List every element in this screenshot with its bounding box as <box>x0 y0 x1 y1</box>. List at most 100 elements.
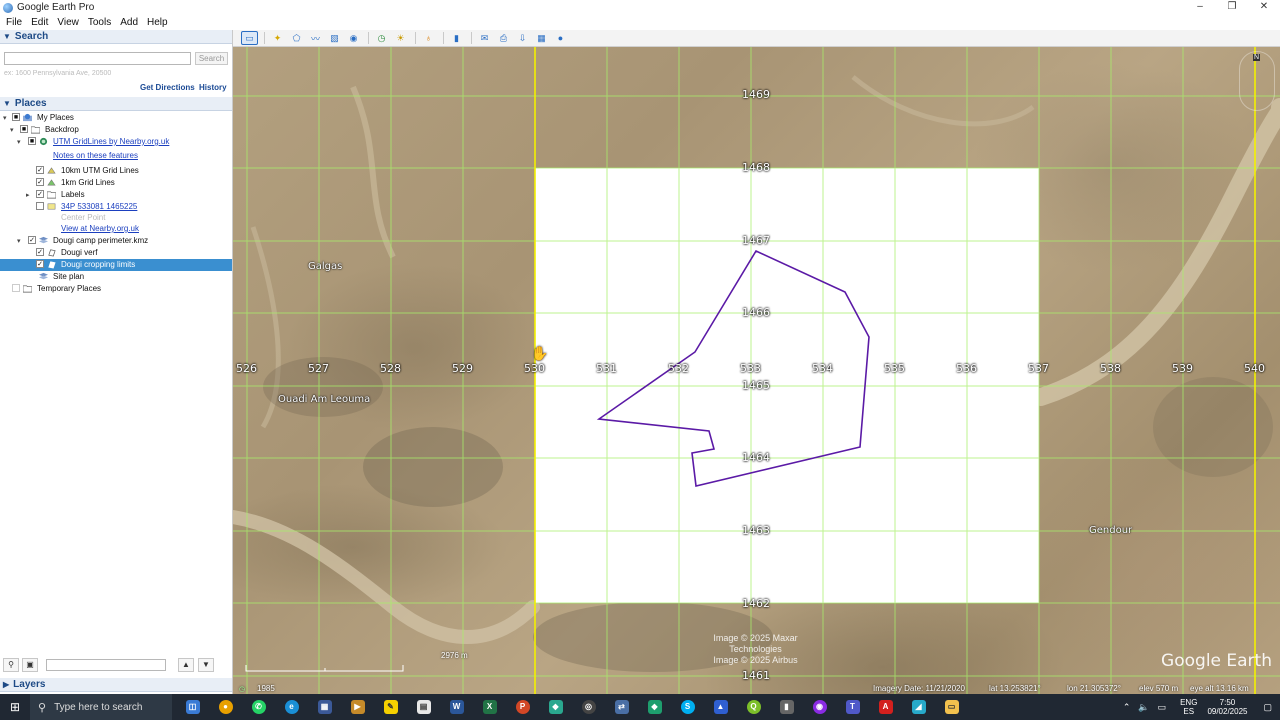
historical-imagery-clock-icon[interactable]: ◷ <box>239 685 245 693</box>
search-section-header[interactable]: ▼ Search <box>0 30 232 44</box>
historical-imagery-icon[interactable]: ◷ <box>373 31 390 45</box>
menu-tools[interactable]: Tools <box>88 17 111 28</box>
save-image-icon[interactable]: ⇩ <box>514 31 531 45</box>
file-explorer-icon[interactable]: ▭ <box>935 694 968 720</box>
checkbox-partial[interactable]: ■ <box>20 125 28 133</box>
system-clock[interactable]: 7:50 09/02/2025 <box>1207 698 1247 716</box>
app-icon-circle[interactable]: ◎ <box>572 694 605 720</box>
taskbar-search-box[interactable]: ⚲ Type here to search <box>30 694 172 720</box>
tree-item-labels[interactable]: ▸ ✓ Labels <box>0 189 232 201</box>
toggle-panel-button[interactable]: ▣ <box>22 658 38 672</box>
close-button[interactable]: ✕ <box>1248 0 1280 15</box>
collapse-icon[interactable]: ▾ <box>10 126 14 134</box>
checkbox-partial[interactable]: ■ <box>28 137 36 145</box>
move-down-button[interactable]: ▼ <box>198 658 214 672</box>
places-section-header[interactable]: ▼ Places <box>0 97 232 111</box>
checkbox-unchecked[interactable] <box>12 284 20 292</box>
email-icon[interactable]: ✉ <box>476 31 493 45</box>
speaker-icon[interactable]: 🔈 <box>1138 702 1149 713</box>
app-icon-lime[interactable]: Q <box>737 694 770 720</box>
menu-add[interactable]: Add <box>120 17 138 28</box>
app-icon-purple[interactable]: ◉ <box>803 694 836 720</box>
switch-planet-icon[interactable]: ♁ <box>420 31 437 45</box>
app-icon-cyan[interactable]: ◢ <box>902 694 935 720</box>
places-filter-input[interactable] <box>46 659 166 671</box>
add-path-icon[interactable]: 〰 <box>307 31 324 45</box>
app-icon-green[interactable]: ◆ <box>638 694 671 720</box>
tray-chevron-icon[interactable]: ⌃ <box>1123 702 1131 713</box>
chrome-icon[interactable]: ● <box>209 694 242 720</box>
calculator-icon[interactable]: ▦ <box>308 694 341 720</box>
tree-item-1km-grid[interactable]: ✓ 1km Grid Lines <box>0 177 232 189</box>
checkbox-checked[interactable]: ✓ <box>36 190 44 198</box>
layers-section-header[interactable]: ▶ Layers <box>0 678 232 692</box>
restore-button[interactable]: ❐ <box>1216 0 1248 15</box>
windows-start-icon[interactable]: ⊞ <box>0 694 30 720</box>
navigation-control[interactable]: N <box>1239 51 1275 111</box>
network-icon[interactable]: ▭ <box>1158 702 1167 713</box>
map-view[interactable]: Galgas Ouadi Am Leouma Gendour 526 527 5… <box>233 47 1280 694</box>
print-icon[interactable]: ⎙ <box>495 31 512 45</box>
checkbox-checked[interactable]: ✓ <box>36 260 44 268</box>
notification-icon[interactable]: ▢ <box>1263 702 1272 713</box>
ruler-icon[interactable]: ▮ <box>448 31 465 45</box>
checkbox-checked[interactable]: ✓ <box>28 236 36 244</box>
edge-icon[interactable]: e <box>275 694 308 720</box>
sunlight-icon[interactable]: ☀ <box>392 31 409 45</box>
language-indicator[interactable]: ENG ES <box>1180 698 1197 716</box>
tree-item-10km-grid[interactable]: ✓ 10km UTM Grid Lines <box>0 165 232 177</box>
app-icon-network[interactable]: ⇄ <box>605 694 638 720</box>
checkbox-partial[interactable]: ■ <box>12 113 20 121</box>
checkbox-checked[interactable]: ✓ <box>36 248 44 256</box>
word-icon[interactable]: W <box>440 694 473 720</box>
movie-maker-icon[interactable]: ▦ <box>533 31 550 45</box>
tree-item-notes[interactable]: Notes on these features <box>0 148 232 165</box>
tree-item-dougi-cropping-limits[interactable]: ✓ Dougi cropping limits <box>0 259 232 271</box>
collapse-icon[interactable]: ▾ <box>17 138 21 146</box>
history-link[interactable]: History <box>199 83 227 92</box>
checkbox-checked[interactable]: ✓ <box>36 178 44 186</box>
notes-link[interactable]: Notes on these features <box>53 151 138 160</box>
tree-item-coordinate-placemark[interactable]: 34P 533081 1465225 <box>0 201 232 213</box>
tree-item-temporary-places[interactable]: Temporary Places <box>0 283 232 295</box>
powerpoint-icon[interactable]: P <box>506 694 539 720</box>
task-view-icon[interactable]: ◫ <box>176 694 209 720</box>
hide-sidebar-button[interactable]: ▭ <box>241 31 258 45</box>
app-icon-blue-arrow[interactable]: ▲ <box>704 694 737 720</box>
view-in-maps-icon[interactable]: ● <box>552 31 569 45</box>
checkbox-checked[interactable]: ✓ <box>36 166 44 174</box>
menu-edit[interactable]: Edit <box>31 17 48 28</box>
move-up-button[interactable]: ▲ <box>178 658 194 672</box>
tree-item-my-places[interactable]: ▾ ■ My Places <box>0 112 232 124</box>
checkbox-unchecked[interactable] <box>36 202 44 210</box>
media-player-icon[interactable]: ▶ <box>341 694 374 720</box>
tree-item-view-at-nearby[interactable]: View at Nearby.org.uk <box>0 223 232 235</box>
search-places-button[interactable]: ⚲ <box>3 658 19 672</box>
expand-icon[interactable]: ▸ <box>26 191 30 199</box>
tree-item-site-plan[interactable]: Site plan <box>0 271 232 283</box>
tree-item-utm-gridlines[interactable]: ▾ ■ UTM GridLines by Nearby.org.uk <box>0 136 232 148</box>
sticky-notes-icon[interactable]: ✎ <box>374 694 407 720</box>
add-polygon-icon[interactable]: ⬠ <box>288 31 305 45</box>
menu-help[interactable]: Help <box>147 17 168 28</box>
add-image-overlay-icon[interactable]: ▧ <box>326 31 343 45</box>
north-indicator[interactable]: N <box>1253 54 1261 61</box>
menu-file[interactable]: File <box>6 17 22 28</box>
teams-icon[interactable]: T <box>836 694 869 720</box>
menu-view[interactable]: View <box>57 17 79 28</box>
record-tour-icon[interactable]: ◉ <box>345 31 362 45</box>
usb-icon[interactable]: ▮ <box>770 694 803 720</box>
view-at-nearby-link[interactable]: View at Nearby.org.uk <box>61 224 139 233</box>
add-placemark-icon[interactable]: ✦ <box>269 31 286 45</box>
get-directions-link[interactable]: Get Directions <box>140 83 195 92</box>
tree-item-dougi-verf[interactable]: ✓ Dougi verf <box>0 247 232 259</box>
acrobat-icon[interactable]: A <box>869 694 902 720</box>
app-icon-teal[interactable]: ◆ <box>539 694 572 720</box>
file-icon[interactable]: ▤ <box>407 694 440 720</box>
tree-item-dougi-camp-perimeter[interactable]: ▾ ✓ Dougi camp perimeter.kmz <box>0 235 232 247</box>
collapse-icon[interactable]: ▾ <box>3 114 7 122</box>
whatsapp-icon[interactable]: ✆ <box>242 694 275 720</box>
search-input[interactable] <box>4 52 191 65</box>
search-button[interactable]: Search <box>195 52 228 65</box>
tree-item-backdrop[interactable]: ▾ ■ Backdrop <box>0 124 232 136</box>
